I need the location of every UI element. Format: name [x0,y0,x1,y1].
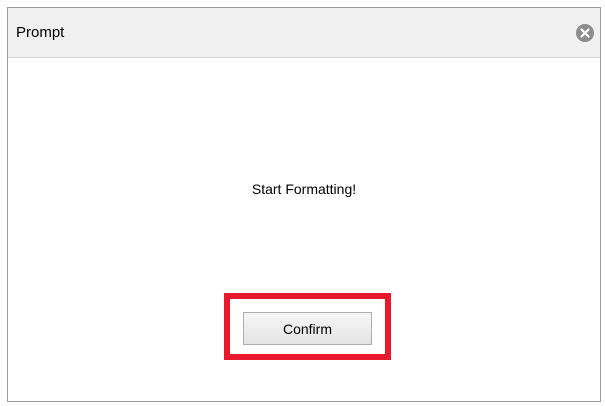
dialog-titlebar: Prompt [8,8,600,58]
prompt-dialog: Prompt Start Formatting! Confirm [7,7,601,402]
dialog-message: Start Formatting! [251,181,357,197]
close-icon [580,28,590,38]
dialog-title: Prompt [16,24,65,41]
close-button[interactable] [576,24,594,42]
confirm-highlight-box: Confirm [224,293,391,360]
confirm-button[interactable]: Confirm [243,312,372,345]
